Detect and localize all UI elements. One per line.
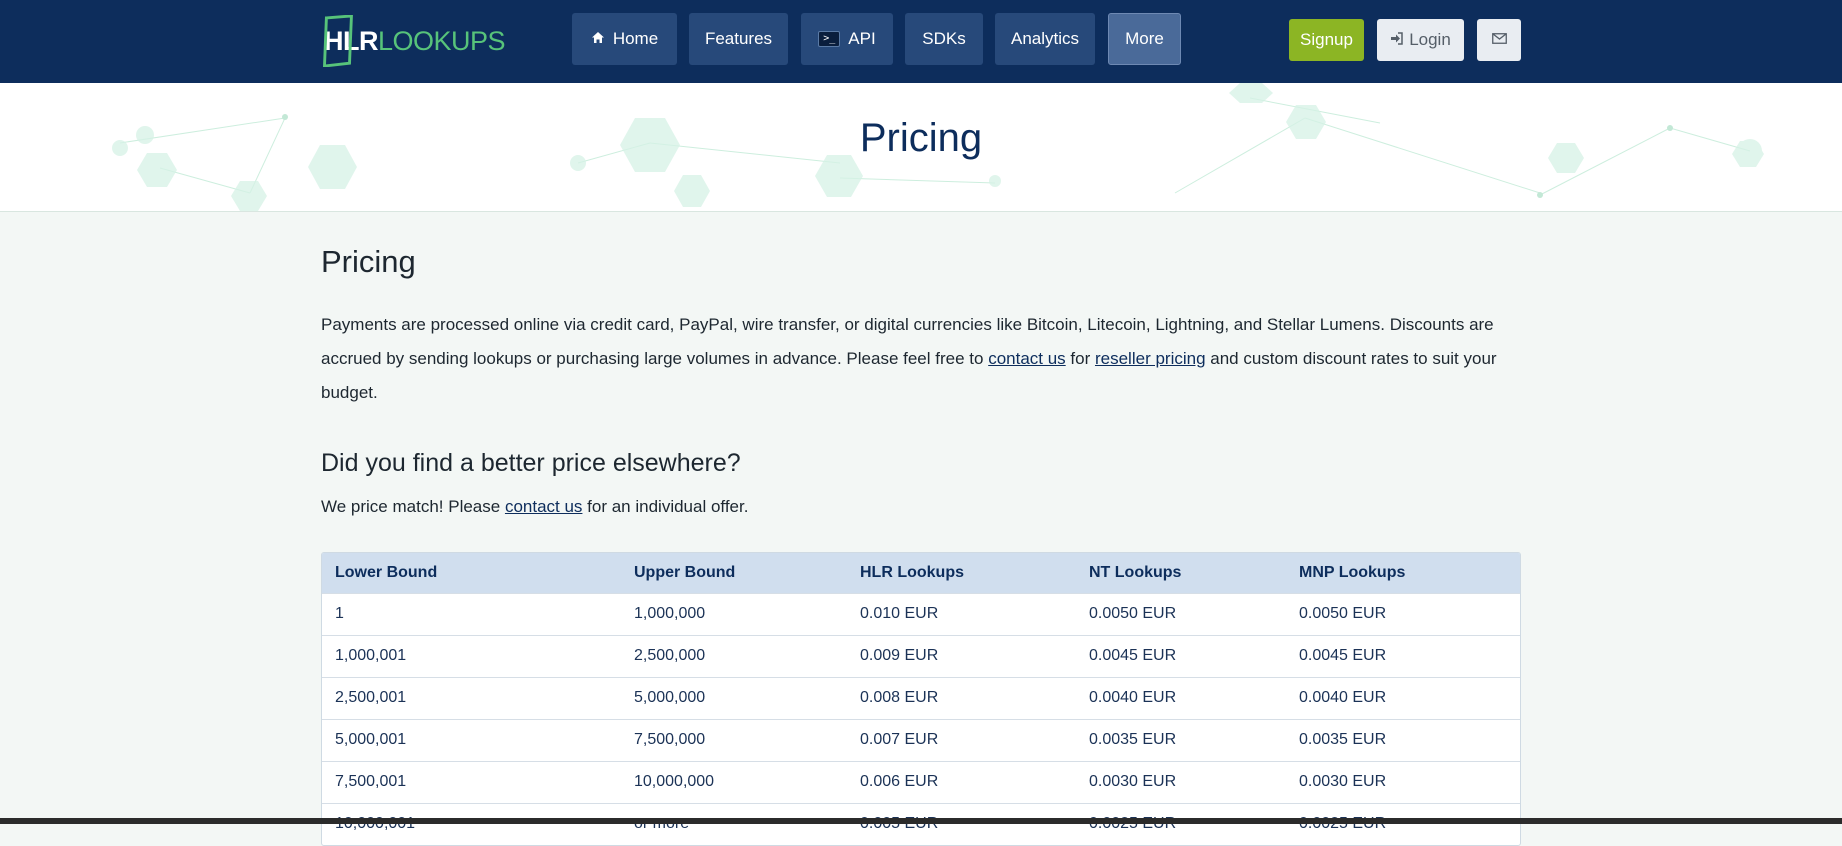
nav-analytics-button[interactable]: Analytics [995,13,1095,65]
price-match-heading: Did you find a better price elsewhere? [321,449,741,477]
table-cell: 2,500,000 [621,634,847,677]
header-mnp-lookups: MNP Lookups [1286,553,1520,593]
nav-sdks-label: SDKs [922,29,966,48]
nav-analytics-label: Analytics [1010,29,1080,48]
top-navbar: HLRLOOKUPS Home Features >_ API SDKs Ana… [0,0,1842,83]
price-match-contact-link[interactable]: contact us [505,497,583,516]
pricing-table: Lower Bound Upper Bound HLR Lookups NT L… [321,552,1521,846]
table-row: 5,000,001 7,500,000 0.007 EUR 0.0035 EUR… [322,718,1520,761]
table-cell: 0.0035 EUR [1076,718,1286,761]
table-cell: 2,500,001 [322,676,621,719]
table-cell: or more [621,802,847,845]
table-cell: 0.0050 EUR [1076,592,1286,635]
login-button[interactable]: Login [1377,19,1464,61]
table-cell: 0.0025 EUR [1286,802,1520,845]
table-row: 10,000,001 or more 0.005 EUR 0.0025 EUR … [322,802,1520,845]
table-cell: 0.005 EUR [847,802,1076,845]
table-cell: 0.006 EUR [847,760,1076,803]
nav-sdks-button[interactable]: SDKs [905,13,983,65]
table-row: 1,000,001 2,500,000 0.009 EUR 0.0045 EUR… [322,634,1520,677]
table-cell: 0.0025 EUR [1076,802,1286,845]
table-cell: 0.0040 EUR [1286,676,1520,719]
header-nt-lookups: NT Lookups [1076,553,1286,593]
intro-text-2: for [1065,349,1095,368]
nav-home-button[interactable]: Home [572,13,677,65]
price-match-paragraph: We price match! Please contact us for an… [321,497,748,517]
envelope-icon [1491,31,1507,49]
terminal-icon: >_ [818,31,841,47]
table-cell: 0.0045 EUR [1286,634,1520,677]
header-hlr-lookups: HLR Lookups [847,553,1076,593]
mail-button[interactable] [1477,19,1521,61]
logo[interactable]: HLRLOOKUPS [320,14,506,68]
login-label: Login [1409,30,1451,49]
login-icon [1390,30,1403,50]
home-icon [591,31,605,47]
nav-features-label: Features [704,29,773,48]
nav-home-label: Home [612,29,659,48]
contact-us-link[interactable]: contact us [988,349,1066,368]
nav-more-label: More [1125,29,1164,48]
header-upper-bound: Upper Bound [621,553,847,593]
table-cell: 10,000,001 [322,802,621,845]
table-cell: 0.0030 EUR [1076,760,1286,803]
table-cell: 7,500,001 [322,760,621,803]
table-cell: 0.008 EUR [847,676,1076,719]
table-cell: 0.010 EUR [847,592,1076,635]
page-heading: Pricing [321,244,416,279]
table-row: 7,500,001 10,000,000 0.006 EUR 0.0030 EU… [322,760,1520,803]
table-cell: 0.0045 EUR [1076,634,1286,677]
table-cell: 1,000,000 [621,592,847,635]
table-cell: 0.0030 EUR [1286,760,1520,803]
hero-title: Pricing [859,116,983,160]
table-cell: 0.0050 EUR [1286,592,1520,635]
table-cell: 10,000,000 [621,760,847,803]
table-cell: 7,500,000 [621,718,847,761]
price-match-text-1: We price match! Please [321,497,505,516]
table-cell: 0.009 EUR [847,634,1076,677]
intro-paragraph: Payments are processed online via credit… [321,308,1521,410]
header-lower-bound: Lower Bound [322,553,621,593]
nav-more-button[interactable]: More [1108,13,1181,65]
table-cell: 5,000,000 [621,676,847,719]
price-match-text-2: for an individual offer. [582,497,749,516]
table-cell: 0.0035 EUR [1286,718,1520,761]
table-header-row: Lower Bound Upper Bound HLR Lookups NT L… [322,553,1520,593]
nav-features-button[interactable]: Features [689,13,788,65]
hero-banner: Pricing [0,83,1842,212]
table-cell: 1,000,001 [322,634,621,677]
logo-text-lookups: LOOKUPS [378,25,506,56]
window-bottom-edge [0,818,1842,824]
table-row: 1 1,000,000 0.010 EUR 0.0050 EUR 0.0050 … [322,592,1520,635]
signup-button[interactable]: Signup [1289,19,1364,61]
nav-api-button[interactable]: >_ API [801,13,893,65]
table-row: 2,500,001 5,000,000 0.008 EUR 0.0040 EUR… [322,676,1520,719]
table-cell: 1 [322,592,621,635]
reseller-pricing-link[interactable]: reseller pricing [1095,349,1206,368]
logo-mark-icon [322,15,353,67]
nav-api-label: API [848,29,876,48]
table-cell: 0.0040 EUR [1076,676,1286,719]
table-cell: 0.007 EUR [847,718,1076,761]
table-cell: 5,000,001 [322,718,621,761]
